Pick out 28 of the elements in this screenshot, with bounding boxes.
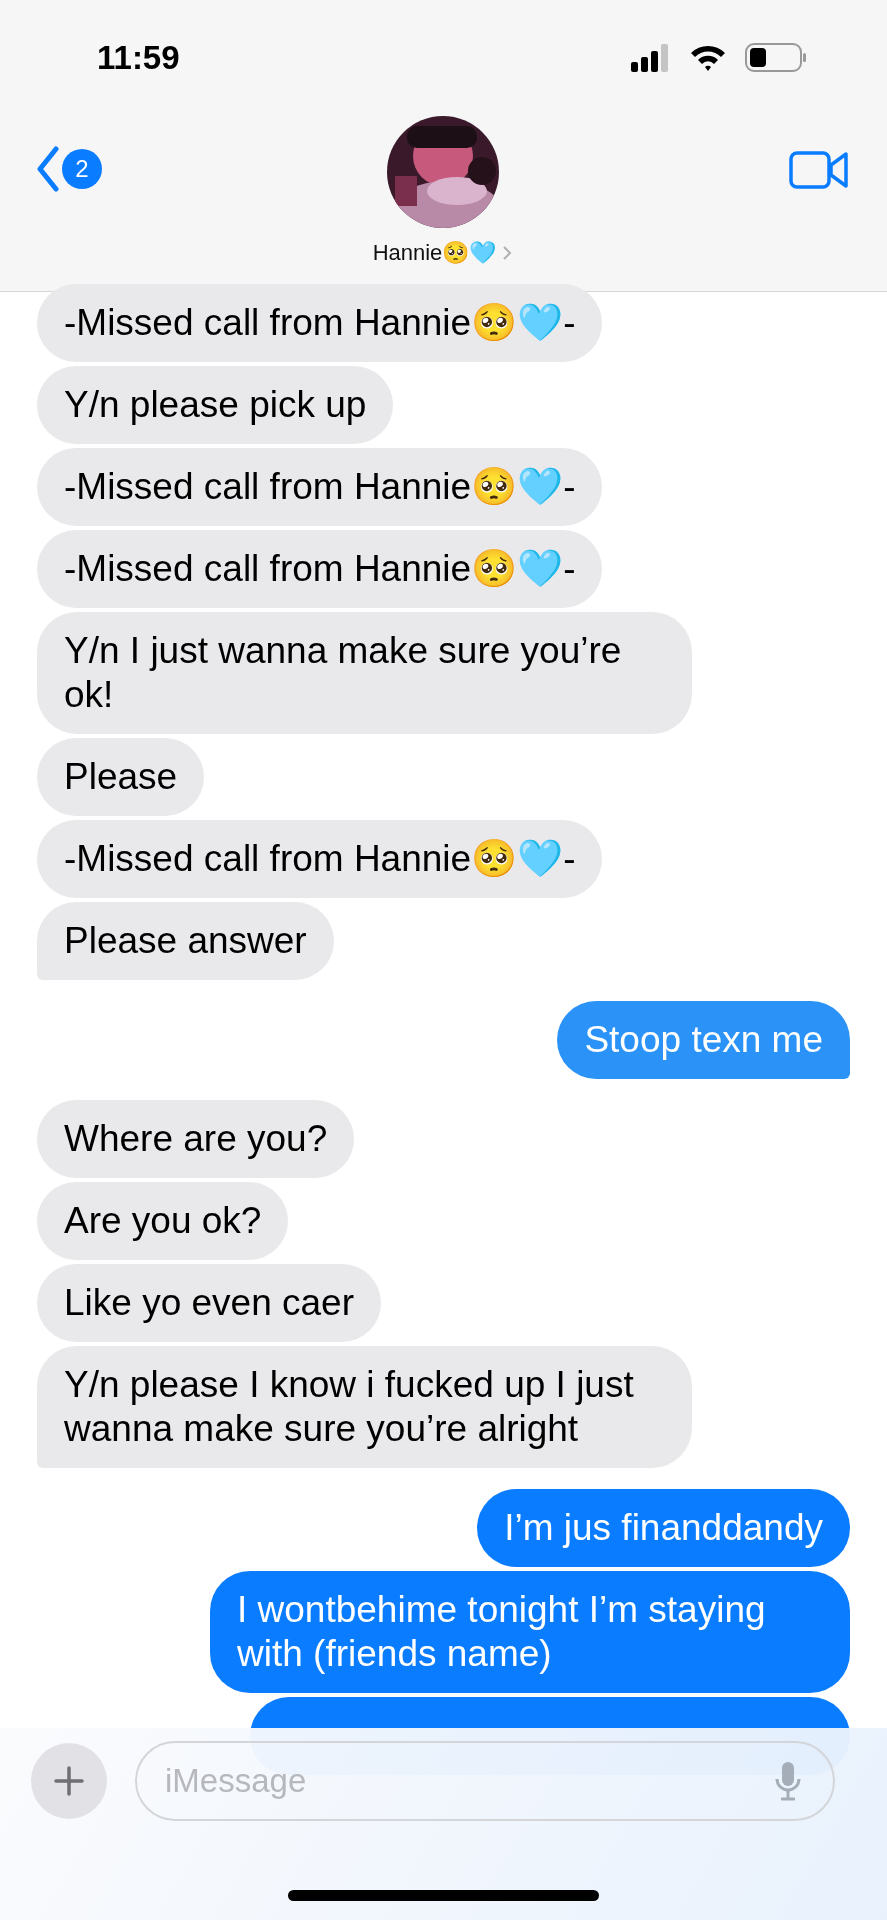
back-button[interactable]: 2 xyxy=(36,146,102,192)
unread-count-badge: 2 xyxy=(62,149,102,189)
received-message-bubble: Y/n I just wanna make sure you’re ok! xyxy=(37,612,692,734)
received-message-bubble: -Missed call from Hannie🥺🩵- xyxy=(37,820,603,898)
received-message-bubble: -Missed call from Hannie🥺🩵- xyxy=(37,284,603,362)
plus-icon xyxy=(54,1766,84,1796)
received-message-bubble: Y/n please I know i fucked up I just wanna make sure you’re alright xyxy=(37,1346,692,1468)
chevron-left-icon xyxy=(36,146,60,192)
received-message-bubble: Please xyxy=(37,738,205,816)
status-time: 11:59 xyxy=(97,39,180,77)
received-message-bubble: Please answer xyxy=(37,902,334,980)
sent-message-bubble: I’m jus finanddandy xyxy=(477,1489,850,1567)
chevron-right-icon xyxy=(502,245,513,261)
received-message-bubble: Are you ok? xyxy=(37,1182,289,1260)
contact-name-button[interactable]: Hannie🥺🩵 xyxy=(372,240,513,266)
received-message-bubble: Y/n please pick up xyxy=(37,366,394,444)
message-input-field[interactable]: iMessage xyxy=(135,1741,835,1821)
sent-message-bubble: Stoop texn me xyxy=(557,1001,850,1079)
wifi-icon xyxy=(689,44,727,72)
battery-icon xyxy=(745,43,807,73)
microphone-icon[interactable] xyxy=(775,1761,801,1801)
received-message-bubble: -Missed call from Hannie🥺🩵- xyxy=(37,448,603,526)
signal-icon xyxy=(631,44,671,72)
received-message-bubble: Like yo even caer xyxy=(37,1264,381,1342)
sent-message-bubble: I wontbehime tonight I’m staying with (friends name) xyxy=(210,1571,850,1693)
received-message-bubble: -Missed call from Hannie🥺🩵- xyxy=(37,530,603,608)
received-message-bubble: Where are you? xyxy=(37,1100,355,1178)
video-camera-icon xyxy=(789,150,849,190)
